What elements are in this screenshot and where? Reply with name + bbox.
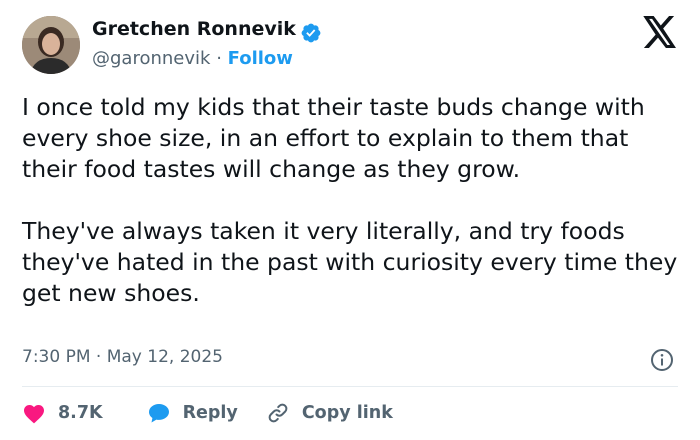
tweet-card: Gretchen Ronnevik @garonnevik · Follow I… [0, 0, 700, 440]
copy-link-label: Copy link [301, 403, 393, 423]
tweet-date: May 12, 2025 [106, 347, 223, 367]
handle-separator: · [216, 48, 222, 69]
reply-label: Reply [182, 403, 238, 423]
author-handle-row: @garonnevik · Follow [92, 48, 293, 69]
like-count: 8.7K [58, 403, 103, 423]
reply-button[interactable]: Reply [147, 402, 238, 424]
action-bar: 8.7K Reply Copy link [22, 397, 423, 429]
time-separator: · [95, 347, 102, 367]
heart-icon [24, 405, 44, 424]
tweet-paragraph-1: I once told my kids that their taste bud… [22, 93, 645, 183]
avatar[interactable] [22, 16, 80, 74]
tweet-text: I once told my kids that their taste bud… [22, 92, 682, 309]
divider [22, 386, 678, 387]
speech-bubble-icon [148, 404, 169, 423]
follow-button[interactable]: Follow [228, 48, 293, 69]
info-icon[interactable] [650, 348, 674, 372]
verified-badge-icon [301, 23, 321, 43]
tweet-paragraph-2: They've always taken it very literally, … [22, 217, 678, 307]
author-handle[interactable]: @garonnevik [92, 48, 210, 69]
copy-link-button[interactable]: Copy link [266, 401, 393, 425]
timestamp[interactable]: 7:30 PM · May 12, 2025 [22, 347, 223, 367]
author-name[interactable]: Gretchen Ronnevik [92, 18, 296, 40]
x-logo-icon[interactable] [642, 16, 678, 48]
link-icon [268, 403, 288, 423]
like-button[interactable]: 8.7K [22, 402, 103, 424]
tweet-time: 7:30 PM [22, 347, 91, 367]
